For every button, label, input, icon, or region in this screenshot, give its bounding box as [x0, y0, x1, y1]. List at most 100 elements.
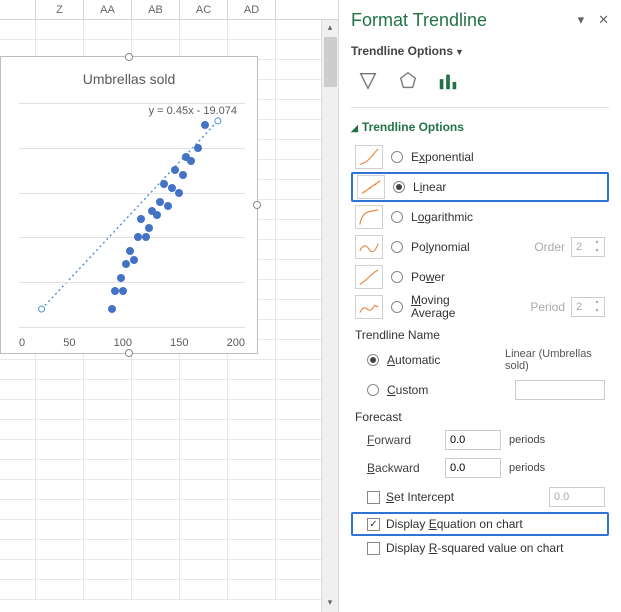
- data-point[interactable]: [164, 202, 172, 210]
- col-header-AB[interactable]: AB: [132, 0, 180, 19]
- auto-name-value: Linear (Umbrellas sold): [505, 348, 605, 372]
- x-axis: 0 50 100 150 200: [19, 337, 245, 349]
- option-power[interactable]: Power: [351, 262, 609, 292]
- forecast-section: Forecast: [351, 404, 609, 426]
- pane-subtitle[interactable]: Trendline Options▼: [351, 40, 609, 68]
- col-header-Z[interactable]: Z: [36, 0, 84, 19]
- scroll-thumb[interactable]: [324, 37, 337, 87]
- display-equation[interactable]: ✓ Display Equation on chart: [351, 512, 609, 536]
- power-icon: [355, 265, 383, 289]
- col-header[interactable]: [0, 0, 36, 19]
- resize-handle[interactable]: [125, 53, 133, 61]
- data-point[interactable]: [168, 184, 176, 192]
- option-polynomial[interactable]: Polynomial Order 2▴▾: [351, 232, 609, 262]
- option-logarithmic[interactable]: Logarithmic: [351, 202, 609, 232]
- linear-icon: [357, 175, 385, 199]
- logarithmic-icon: [355, 205, 383, 229]
- data-point[interactable]: [111, 287, 119, 295]
- option-linear[interactable]: Linear: [351, 172, 609, 202]
- data-point[interactable]: [119, 287, 127, 295]
- set-intercept[interactable]: Set Intercept: [351, 482, 609, 512]
- chart-title[interactable]: Umbrellas sold: [1, 57, 257, 93]
- x-tick: 50: [63, 337, 75, 349]
- spreadsheet-area: Z AA AB AC AD ▴ ▾ Umbrellas sold y = 0.4…: [0, 0, 338, 612]
- data-point[interactable]: [153, 211, 161, 219]
- moving-average-icon: [355, 295, 383, 319]
- data-point[interactable]: [134, 233, 142, 241]
- fill-line-tab-icon[interactable]: [357, 70, 379, 95]
- data-point[interactable]: [122, 260, 130, 268]
- pane-tabs: [351, 68, 609, 107]
- label: Power: [411, 270, 445, 284]
- scroll-up-icon[interactable]: ▴: [322, 20, 338, 37]
- radio[interactable]: [391, 241, 403, 253]
- data-point[interactable]: [156, 198, 164, 206]
- resize-handle[interactable]: [125, 349, 133, 357]
- close-icon[interactable]: ✕: [598, 12, 609, 28]
- col-header-AC[interactable]: AC: [180, 0, 228, 19]
- label: Linear: [413, 180, 446, 194]
- data-point[interactable]: [145, 224, 153, 232]
- data-point[interactable]: [175, 189, 183, 197]
- name-automatic[interactable]: Automatic Linear (Umbrellas sold): [351, 344, 609, 376]
- name-custom[interactable]: Custom: [351, 376, 609, 404]
- data-point[interactable]: [117, 274, 125, 282]
- data-point[interactable]: [187, 157, 195, 165]
- forecast-backward: Backward periods: [351, 454, 609, 482]
- col-header-AA[interactable]: AA: [84, 0, 132, 19]
- data-point[interactable]: [130, 256, 138, 264]
- options-tab-icon[interactable]: [437, 70, 459, 95]
- radio[interactable]: [367, 354, 379, 366]
- chart-object[interactable]: Umbrellas sold y = 0.45x - 19.074 0 50 1…: [0, 56, 258, 354]
- data-point[interactable]: [108, 305, 116, 313]
- section-trendline-options[interactable]: ◢Trendline Options: [351, 116, 609, 142]
- data-point[interactable]: [171, 166, 179, 174]
- column-headers: Z AA AB AC AD: [0, 0, 338, 20]
- data-point[interactable]: [160, 180, 168, 188]
- data-point[interactable]: [126, 247, 134, 255]
- radio[interactable]: [367, 384, 379, 396]
- effects-tab-icon[interactable]: [397, 70, 419, 95]
- option-moving-average[interactable]: MovingAverage Period 2▴▾: [351, 292, 609, 322]
- checkbox[interactable]: [367, 491, 380, 504]
- dropdown-icon[interactable]: ▾: [578, 12, 585, 28]
- label: Exponential: [411, 150, 474, 164]
- order-label: Order: [534, 240, 565, 254]
- resize-handle[interactable]: [253, 201, 261, 209]
- radio[interactable]: [393, 181, 405, 193]
- data-point[interactable]: [142, 233, 150, 241]
- forward-input[interactable]: [445, 430, 501, 450]
- x-tick: 150: [170, 337, 188, 349]
- radio[interactable]: [391, 301, 403, 313]
- col-header-AD[interactable]: AD: [228, 0, 276, 19]
- checkbox[interactable]: ✓: [367, 518, 380, 531]
- radio[interactable]: [391, 211, 403, 223]
- data-point[interactable]: [194, 144, 202, 152]
- exponential-icon: [355, 145, 383, 169]
- polynomial-icon: [355, 235, 383, 259]
- data-point[interactable]: [137, 215, 145, 223]
- custom-name-input[interactable]: [515, 380, 605, 400]
- plot-area[interactable]: [19, 103, 245, 327]
- x-tick: 200: [227, 337, 245, 349]
- data-point[interactable]: [201, 121, 209, 129]
- scroll-down-icon[interactable]: ▾: [322, 595, 338, 612]
- display-r-squared[interactable]: Display R-squared value on chart: [351, 536, 609, 560]
- x-tick: 100: [114, 337, 132, 349]
- backward-input[interactable]: [445, 458, 501, 478]
- radio[interactable]: [391, 271, 403, 283]
- label: Polynomial: [411, 240, 470, 254]
- label: MovingAverage: [411, 294, 455, 320]
- radio[interactable]: [391, 151, 403, 163]
- trendline[interactable]: [19, 103, 245, 327]
- pane-title: Format Trendline: [351, 10, 487, 31]
- vertical-scrollbar[interactable]: ▴ ▾: [321, 20, 338, 612]
- period-label: Period: [530, 300, 565, 314]
- forecast-forward: Forward periods: [351, 426, 609, 454]
- checkbox[interactable]: [367, 542, 380, 555]
- option-exponential[interactable]: Exponential: [351, 142, 609, 172]
- data-point[interactable]: [179, 171, 187, 179]
- label: Logarithmic: [411, 210, 473, 224]
- period-spinner: 2▴▾: [571, 297, 605, 317]
- order-spinner: 2▴▾: [571, 237, 605, 257]
